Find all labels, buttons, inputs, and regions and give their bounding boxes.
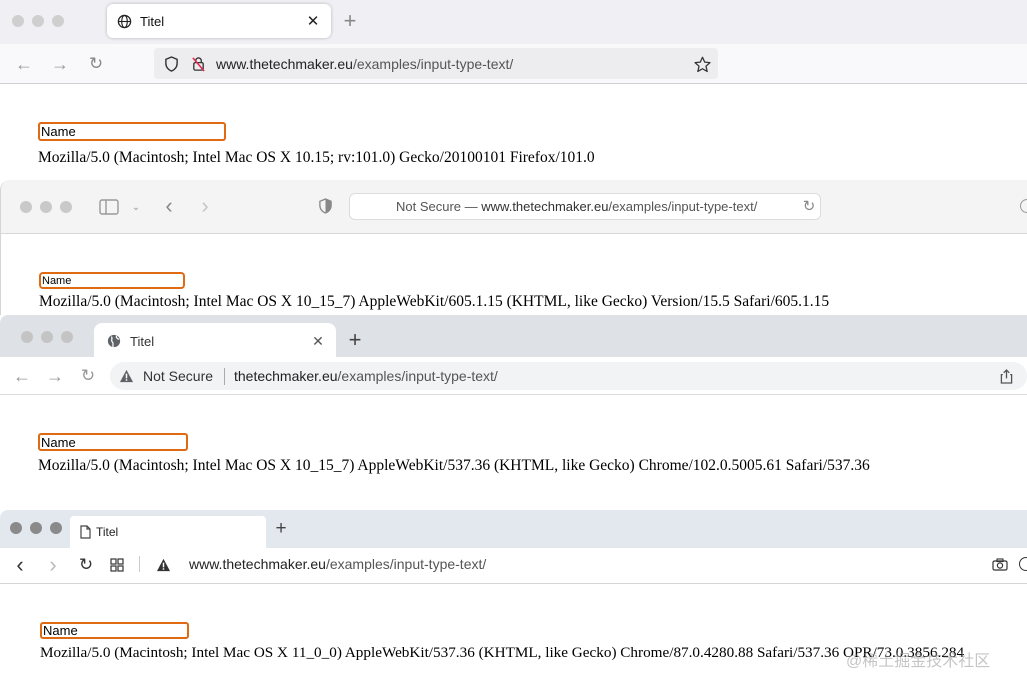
url-path: /examples/input-type-text/ xyxy=(608,199,758,214)
url-host: www.thetechmaker.eu xyxy=(216,56,353,72)
name-input[interactable] xyxy=(39,272,185,289)
zoom-window-icon[interactable] xyxy=(52,15,64,27)
user-agent-text: Mozilla/5.0 (Macintosh; Intel Mac OS X 1… xyxy=(39,293,830,310)
chevron-down-icon[interactable]: ⌄ xyxy=(130,199,142,215)
name-input[interactable] xyxy=(38,433,188,451)
name-input[interactable] xyxy=(40,622,189,639)
url-host: thetechmaker.eu xyxy=(234,368,338,384)
zoom-window-icon[interactable] xyxy=(50,522,62,534)
close-tab-icon[interactable]: ✕ xyxy=(305,13,321,30)
file-icon xyxy=(78,525,92,539)
close-tab-icon[interactable]: ✕ xyxy=(310,333,326,349)
url-prefix: Not Secure — xyxy=(396,199,482,214)
url-host: www.thetechmaker.eu xyxy=(481,199,609,214)
url-text: thetechmaker.eu/examples/input-type-text… xyxy=(234,368,498,384)
new-tab-icon[interactable]: + xyxy=(345,327,365,352)
privacy-shield-icon[interactable] xyxy=(316,197,334,215)
shield-icon[interactable] xyxy=(162,55,180,73)
security-label[interactable]: Not Secure xyxy=(143,368,213,384)
minimize-window-icon[interactable] xyxy=(40,201,52,213)
chrome-tab[interactable]: Titel ✕ xyxy=(94,323,336,359)
star-icon[interactable] xyxy=(692,54,712,74)
globe-icon xyxy=(116,13,132,29)
opera-window: Titel + ‹ › ↻ www.thetechmaker.eu/exampl… xyxy=(0,510,1027,688)
url-path: /examples/input-type-text/ xyxy=(337,368,498,384)
globe-icon xyxy=(106,333,122,349)
new-tab-icon[interactable]: + xyxy=(272,518,290,539)
url-path: /examples/input-type-text/ xyxy=(352,56,514,72)
divider xyxy=(224,368,225,385)
url-text: Not Secure — www.thetechmaker.eu/example… xyxy=(396,199,757,214)
minimize-window-icon[interactable] xyxy=(30,522,42,534)
opera-tab[interactable]: Titel xyxy=(70,516,266,548)
forward-icon[interactable]: → xyxy=(50,54,70,74)
forward-icon[interactable]: › xyxy=(45,552,61,577)
reload-icon[interactable]: ↻ xyxy=(78,366,98,386)
url-text[interactable]: www.thetechmaker.eu/examples/input-type-… xyxy=(189,556,486,572)
extensions-icon[interactable] xyxy=(1019,557,1027,571)
new-tab-icon[interactable]: + xyxy=(340,8,360,33)
forward-icon[interactable]: → xyxy=(45,366,65,386)
chrome-window: Titel ✕ + ← → ↻ Not Secure thetechmaker.… xyxy=(0,315,1027,510)
close-window-icon[interactable] xyxy=(10,522,22,534)
extensions-icon[interactable] xyxy=(1020,199,1027,213)
firefox-tab[interactable]: Titel ✕ xyxy=(107,4,331,38)
back-icon[interactable]: ← xyxy=(12,366,32,386)
zoom-window-icon[interactable] xyxy=(61,331,73,343)
tabs-grid-icon[interactable] xyxy=(108,556,126,574)
tab-title: Titel xyxy=(140,14,165,29)
camera-icon[interactable] xyxy=(990,555,1010,573)
safari-window: ⌄ ‹ › Not Secure — www.thetechmaker.eu/e… xyxy=(0,180,1027,315)
url-text: www.thetechmaker.eu/examples/input-type-… xyxy=(216,56,513,72)
share-icon[interactable] xyxy=(997,367,1015,385)
back-icon[interactable]: ‹ xyxy=(12,552,28,577)
minimize-window-icon[interactable] xyxy=(32,15,44,27)
tab-title: Titel xyxy=(130,334,155,349)
user-agent-text: Mozilla/5.0 (Macintosh; Intel Mac OS X 1… xyxy=(40,644,965,661)
reload-icon[interactable]: ↻ xyxy=(86,54,106,74)
reload-icon[interactable]: ↻ xyxy=(76,555,96,575)
divider xyxy=(139,556,140,572)
back-icon[interactable]: ← xyxy=(14,54,34,74)
minimize-window-icon[interactable] xyxy=(41,331,53,343)
close-window-icon[interactable] xyxy=(12,15,24,27)
user-agent-text: Mozilla/5.0 (Macintosh; Intel Mac OS X 1… xyxy=(38,457,870,474)
back-icon[interactable]: ‹ xyxy=(161,193,177,218)
url-host: www.thetechmaker.eu xyxy=(189,556,326,572)
reload-icon[interactable]: ↻ xyxy=(800,197,818,215)
name-input[interactable] xyxy=(38,122,226,141)
url-path: /examples/input-type-text/ xyxy=(325,556,487,572)
forward-icon[interactable]: › xyxy=(197,193,213,218)
warning-icon xyxy=(155,557,171,573)
user-agent-text: Mozilla/5.0 (Macintosh; Intel Mac OS X 1… xyxy=(38,149,595,166)
insecure-lock-icon[interactable] xyxy=(189,55,207,73)
close-window-icon[interactable] xyxy=(21,331,33,343)
watermark: @稀土掘金技术社区 xyxy=(846,653,991,670)
firefox-window: Titel ✕ + ← → ↻ www.thetechmaker.eu/exam… xyxy=(0,0,1027,180)
warning-icon xyxy=(118,368,134,384)
sidebar-icon[interactable] xyxy=(98,198,120,216)
zoom-window-icon[interactable] xyxy=(60,201,72,213)
close-window-icon[interactable] xyxy=(20,201,32,213)
tab-title: Titel xyxy=(96,525,119,539)
